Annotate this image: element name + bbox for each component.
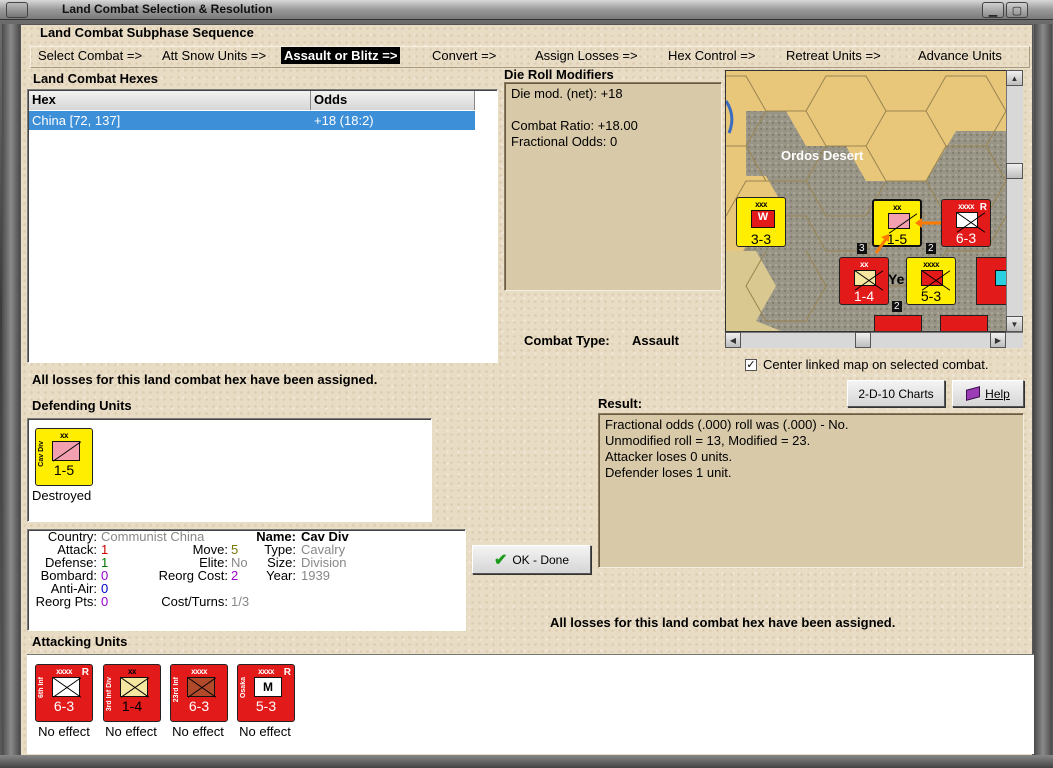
counter-box — [52, 441, 80, 461]
scroll-left-button[interactable]: ◀ — [725, 332, 741, 348]
map-vertical-scrollbar[interactable] — [1006, 70, 1023, 332]
counter-size: xx — [128, 667, 136, 676]
counter-value: 5-3 — [255, 698, 277, 714]
result-heading: Result: — [598, 396, 643, 411]
scroll-right-button[interactable]: ▶ — [990, 332, 1006, 348]
window-title: Land Combat Selection & Resolution — [62, 2, 273, 16]
checkmark-icon: ✔ — [493, 551, 508, 569]
scroll-v-thumb[interactable] — [1006, 163, 1023, 179]
charts-button-label: 2-D-10 Charts — [858, 386, 934, 401]
counter-unit-name: Osaka — [240, 677, 247, 699]
counter-value: 1-5 — [53, 462, 75, 478]
counter-reserve-mark: R — [283, 667, 291, 678]
bottom-border — [0, 755, 1053, 768]
ok-done-label: OK - Done — [512, 552, 570, 567]
counter-box — [187, 677, 215, 697]
defending-unit-status: Destroyed — [32, 488, 92, 503]
help-button[interactable]: Help — [952, 380, 1024, 407]
scroll-up-button[interactable]: ▲ — [1006, 70, 1023, 86]
reorgpts-label: Reorg Pts: — [35, 594, 97, 609]
seq-select-combat: Select Combat => — [38, 48, 143, 63]
sequence-heading: Land Combat Subphase Sequence — [40, 25, 254, 40]
attacking-heading: Attacking Units — [32, 634, 128, 649]
die-mod-net: Die mod. (net): +18 — [511, 86, 623, 101]
table-row[interactable]: China [72, 137] +18 (18:2) — [29, 111, 475, 130]
combat-type-label: Combat Type: — [524, 333, 610, 348]
result-line: Defender loses 1 unit. — [605, 465, 732, 480]
hexes-table-header: Hex Odds — [29, 91, 475, 110]
ok-done-button[interactable]: ✔ OK - Done — [472, 545, 591, 574]
year-label: Year: — [266, 568, 296, 583]
year-value: 1939 — [301, 568, 330, 583]
unit-info-labels-col3: Name: Type: Size: Year: — [240, 530, 296, 582]
scroll-h-thumb[interactable] — [855, 332, 871, 348]
result-line: Attacker loses 0 units. — [605, 449, 733, 464]
defending-heading: Defending Units — [32, 398, 132, 413]
modifiers-panel — [504, 82, 722, 291]
costturns-value: 1/3 — [231, 594, 250, 609]
result-line: Fractional odds (.000) roll was (.000) -… — [605, 417, 849, 432]
center-map-label: Center linked map on selected combat. — [763, 357, 989, 372]
attacking-unit-status: No effect — [172, 724, 224, 739]
help-button-label: Help — [985, 386, 1010, 401]
attacking-unit-counter[interactable]: xxxx 23rd Inf 6-3 — [170, 664, 228, 722]
minimize-button[interactable]: ▁ — [982, 2, 1004, 18]
seq-assault-or-blitz: Assault or Blitz => — [281, 47, 401, 64]
defending-unit-counter[interactable]: xx Cav Div 1-5 — [35, 428, 93, 486]
counter-value: 6-3 — [188, 698, 210, 714]
counter-box: M — [254, 677, 282, 697]
hex-cell: China [72, 137] — [32, 113, 121, 128]
hexes-list[interactable] — [27, 89, 498, 363]
hexes-heading: Land Combat Hexes — [33, 71, 158, 86]
col-odds[interactable]: Odds — [311, 91, 475, 110]
country-value: Communist China — [101, 529, 205, 544]
book-icon — [966, 386, 981, 401]
combat-ratio: Combat Ratio: +18.00 — [511, 118, 638, 133]
seq-convert: Convert => — [432, 48, 497, 63]
counter-size: xx — [60, 431, 68, 440]
counter-value: 6-3 — [53, 698, 75, 714]
title-bar[interactable]: Land Combat Selection & Resolution ▁ ▢ — [0, 0, 1053, 20]
counter-unit-name: 6th Inf — [38, 677, 45, 698]
scroll-down-button[interactable]: ▼ — [1006, 316, 1023, 332]
counter-size: xxxx — [191, 667, 207, 676]
counter-box — [120, 677, 148, 697]
attacking-unit-counter[interactable]: xxxx R Osaka M 5-3 — [237, 664, 295, 722]
seq-att-snow-units: Att Snow Units => — [162, 48, 267, 63]
unit-info-values-col3: Cav Div Cavalry Division 1939 — [301, 530, 349, 582]
combat-type-value: Assault — [632, 333, 679, 348]
counter-box — [52, 677, 80, 697]
seq-hex-control: Hex Control => — [668, 48, 756, 63]
counter-value: 1-4 — [121, 698, 143, 714]
costturns-label: Cost/Turns: — [161, 594, 228, 609]
charts-button[interactable]: 2-D-10 Charts — [847, 380, 945, 407]
odds-cell: +18 (18:2) — [314, 113, 374, 128]
attacking-unit-status: No effect — [38, 724, 90, 739]
attacking-unit-counter[interactable]: xx 3rd Inf Div 1-4 — [103, 664, 161, 722]
right-border — [1034, 24, 1052, 758]
map-horizontal-scrollbar[interactable] — [725, 332, 1023, 348]
seq-retreat-units: Retreat Units => — [786, 48, 881, 63]
fractional-odds: Fractional Odds: 0 — [511, 134, 618, 149]
attack-arrows — [874, 218, 941, 254]
seq-assign-losses: Assign Losses => — [535, 48, 638, 63]
center-map-checkbox[interactable]: ✓ — [745, 359, 757, 371]
losses-assigned-message-2: All losses for this land combat hex have… — [550, 615, 896, 630]
maximize-button[interactable]: ▢ — [1006, 2, 1028, 18]
unit-info-labels-col2: Move: Elite: Reorg Cost: Cost/Turns: — [140, 543, 228, 608]
attacking-unit-status: No effect — [239, 724, 291, 739]
left-border — [2, 24, 20, 758]
unit-info-labels-col1: Country: Attack: Defense: Bombard: Anti-… — [27, 530, 97, 608]
reorgcost-label: Reorg Cost: — [158, 568, 228, 583]
losses-assigned-message: All losses for this land combat hex have… — [32, 372, 378, 387]
linked-map[interactable]: Ordos Desert Ye xxx W 3-3 xx 1-5 xxxx R … — [725, 70, 1023, 332]
system-menu-icon[interactable] — [6, 2, 28, 18]
attacking-unit-counter[interactable]: xxxx R 6th Inf 6-3 — [35, 664, 93, 722]
attacking-unit-status: No effect — [105, 724, 157, 739]
counter-reserve-mark: R — [81, 667, 89, 678]
col-hex[interactable]: Hex — [29, 91, 311, 110]
modifiers-heading: Die Roll Modifiers — [504, 67, 614, 82]
seq-advance-units: Advance Units — [918, 48, 1002, 63]
result-line: Unmodified roll = 13, Modified = 23. — [605, 433, 811, 448]
